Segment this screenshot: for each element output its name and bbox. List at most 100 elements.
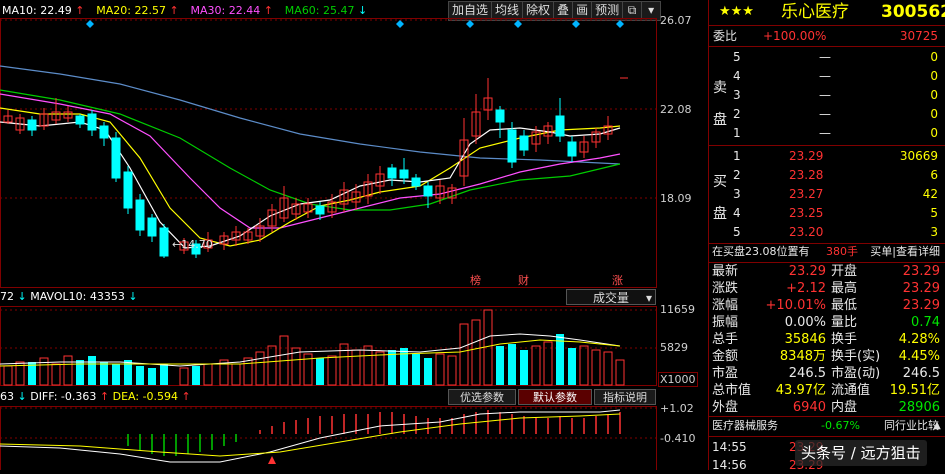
buy-row[interactable]: 1 23.29 30669: [709, 147, 942, 165]
ma10-label: MA10: 22.49 ↑: [2, 4, 84, 17]
price: 23.29: [789, 149, 824, 163]
add-watchlist-button[interactable]: 加自选: [449, 2, 491, 19]
diff-value: DIFF: -0.363: [30, 390, 97, 403]
event-tag-ranking[interactable]: 榜: [470, 272, 481, 288]
sell-row[interactable]: 2 — 0: [709, 105, 942, 123]
chevron-down-icon[interactable]: ▾: [641, 2, 660, 19]
optimal-params-button[interactable]: 优选参数: [448, 389, 516, 405]
default-params-button[interactable]: 默认参数: [518, 389, 592, 405]
macd-axis-top: +1.02: [660, 402, 694, 415]
quote-panel: ★★★ 乐心医疗 300562 委比 +100.00% 30725 卖 盘 5—…: [708, 0, 945, 472]
macd-prefix: 63: [0, 390, 14, 403]
ex-rights-button[interactable]: 除权: [522, 2, 553, 19]
low-price-label: ←14.70: [172, 238, 213, 251]
stat-label: 涨跌: [712, 281, 739, 296]
divider: [709, 25, 945, 26]
stat-label: 外盘: [712, 400, 739, 415]
level: 1: [733, 149, 741, 163]
stat-label: 总市值: [712, 383, 752, 398]
stock-header: ★★★ 乐心医疗 300562: [709, 0, 945, 24]
indicator-help-button[interactable]: 指标说明: [594, 389, 656, 405]
dea-line: [0, 413, 621, 457]
level: 5: [733, 225, 741, 239]
chart-area[interactable]: MA10: 22.49 ↑ MA20: 22.57 ↑ MA30: 22.44 …: [0, 0, 708, 470]
ma-legend: MA10: 22.49 ↑ MA20: 22.57 ↑ MA30: 22.44 …: [2, 2, 375, 18]
stat-value: 43.97亿: [775, 383, 826, 398]
stat-label: 市盈: [712, 366, 739, 381]
divider: [709, 46, 945, 47]
stats-row: 最新 23.29 开盘 23.29: [709, 263, 942, 280]
buy-row[interactable]: 4 23.25 5: [709, 204, 942, 222]
signal-marker-icon: [268, 456, 276, 464]
up-arrow-icon: ↑: [165, 4, 179, 17]
star-rating[interactable]: ★★★: [719, 0, 754, 24]
tick-time: 14:56: [712, 458, 747, 472]
ma20-value: MA20: 22.57: [96, 4, 166, 17]
volume: 30669: [899, 149, 938, 163]
buy-row[interactable]: 3 23.27 42: [709, 185, 942, 203]
stat-value: 28906: [898, 400, 940, 415]
ma10-value: MA10: 22.49: [2, 4, 72, 17]
window-toggle-icon[interactable]: ⧉: [622, 2, 641, 19]
level: 3: [733, 187, 741, 201]
forecast-button[interactable]: 预测: [591, 2, 622, 19]
stat-value: 23.29: [902, 298, 940, 313]
stat-label: 最低: [831, 298, 858, 313]
industry-row: 医疗器械服务 -0.67% 同行业比较: [709, 417, 942, 435]
stock-name: 乐心医疗: [781, 2, 849, 22]
sell-book: 5 — 0 4 — 0 3 — 0 2 — 0 1 — 0: [709, 48, 945, 144]
macd-chart[interactable]: [0, 406, 708, 470]
order-detail-link[interactable]: 买单|查看详细: [870, 243, 940, 261]
stats-row: 总手 35846 换手 4.28%: [709, 331, 942, 348]
weibi-row: 委比 +100.00% 30725: [709, 27, 942, 45]
volume: 5: [930, 206, 938, 220]
stat-label: 量比: [831, 315, 858, 330]
ma-button[interactable]: 均线: [491, 2, 522, 19]
indicator-selector[interactable]: 成交量 ▾: [566, 289, 656, 305]
scroll-up-icon[interactable]: ▲: [929, 417, 945, 435]
buy-row[interactable]: 2 23.28 6: [709, 166, 942, 184]
up-arrow-icon: ↑: [99, 390, 110, 403]
stat-value: 0.74: [911, 315, 940, 330]
candlestick-chart[interactable]: [0, 18, 708, 288]
stat-value: 246.5: [788, 366, 826, 381]
stat-value: 6940: [792, 400, 826, 415]
overlay-button[interactable]: 叠: [553, 2, 572, 19]
volume-axis-top: 11659: [660, 303, 695, 316]
level: 4: [733, 69, 741, 83]
up-arrow-icon: ↑: [71, 4, 85, 17]
stat-value: 246.5: [902, 366, 940, 381]
stat-value: 4.45%: [898, 349, 940, 364]
volume-legend: 72 ↓ MAVOL10: 43353 ↓: [0, 288, 138, 306]
stock-code: 300562: [881, 2, 945, 22]
buy-row[interactable]: 5 23.20 3: [709, 223, 942, 241]
sell-row[interactable]: 3 — 0: [709, 86, 942, 104]
chevron-down-icon: ▾: [645, 291, 652, 305]
event-tag-limit-up[interactable]: 涨: [612, 272, 623, 288]
industry-name[interactable]: 医疗器械服务: [712, 417, 778, 435]
volume-chart[interactable]: [0, 306, 708, 386]
stats-row: 总市值 43.97亿 流通值 19.51亿: [709, 382, 942, 399]
level: 1: [733, 126, 741, 140]
sell-row[interactable]: 4 — 0: [709, 67, 942, 85]
candles: [3, 77, 628, 258]
stats-table: 最新 23.29 开盘 23.29 涨跌 +2.12 最高 23.29 涨幅 +10.01% 最…: [709, 263, 945, 416]
ma60-label: MA60: 25.47 ↓: [285, 4, 367, 17]
sell-row[interactable]: 5 — 0: [709, 48, 942, 66]
event-tag-finance[interactable]: 财: [518, 272, 529, 288]
stat-value: 4.28%: [898, 332, 940, 347]
volume: 42: [922, 187, 938, 201]
stats-row: 涨跌 +2.12 最高 23.29: [709, 280, 942, 297]
up-arrow-icon: ↑: [181, 390, 191, 403]
stats-row: 市盈 246.5 市盈(动) 246.5: [709, 365, 942, 382]
price: 23.25: [789, 206, 824, 220]
sell-row[interactable]: 1 — 0: [709, 124, 942, 142]
ma30-label: MA30: 22.44 ↑: [191, 4, 273, 17]
watermark-text: 头条号 / 远方狙击: [801, 444, 921, 462]
stat-value: 19.51亿: [889, 383, 940, 398]
weibi-label: 委比: [713, 29, 738, 43]
macd-axis-bottom: -0.410: [660, 432, 696, 445]
down-arrow-icon: ↓: [17, 390, 27, 403]
stat-label: 内盘: [831, 400, 858, 415]
draw-button[interactable]: 画: [572, 2, 591, 19]
